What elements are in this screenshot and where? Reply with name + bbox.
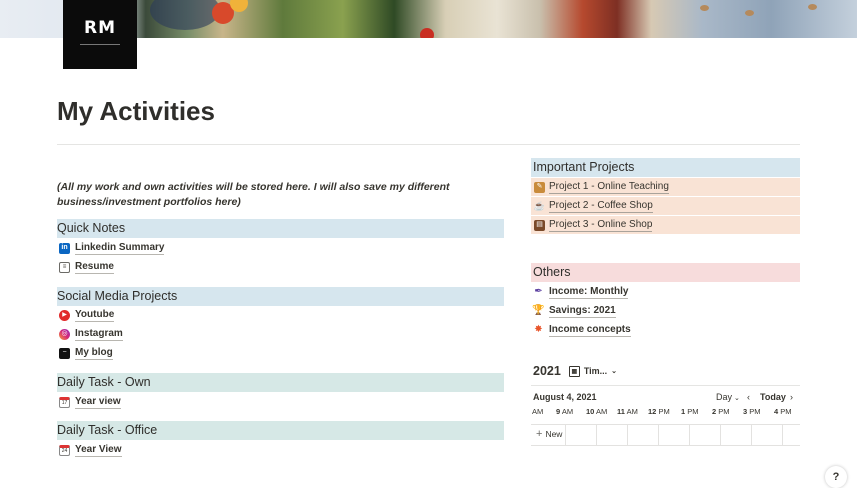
list-item[interactable]: ✸ Income concepts bbox=[531, 321, 631, 339]
daily-task-office-heading[interactable]: Daily Task - Office bbox=[57, 421, 504, 440]
youtube-icon: ▶ bbox=[59, 309, 70, 321]
calendar-icon: 24 bbox=[59, 444, 70, 456]
shop-icon: ▤ bbox=[534, 219, 545, 231]
instagram-icon: ◎ bbox=[59, 328, 70, 340]
plus-icon: + bbox=[536, 428, 543, 440]
timeline-view-icon: ▦ bbox=[568, 365, 580, 377]
grid-column bbox=[658, 425, 659, 445]
grid-column bbox=[627, 425, 628, 445]
linkedin-icon: in bbox=[59, 242, 70, 254]
list-item[interactable]: in Linkedin Summary bbox=[57, 239, 165, 257]
social-media-heading[interactable]: Social Media Projects bbox=[57, 287, 504, 306]
hour-label: 10 AM bbox=[586, 407, 608, 416]
others-heading[interactable]: Others bbox=[531, 263, 800, 282]
calendar-date: August 4, 2021 bbox=[533, 392, 597, 402]
timeline-grid[interactable] bbox=[531, 424, 800, 446]
grid-column bbox=[720, 425, 721, 445]
resume-icon: ≡ bbox=[59, 261, 70, 273]
page-title[interactable]: My Activities bbox=[57, 96, 215, 127]
today-button[interactable]: Today bbox=[760, 392, 786, 402]
list-item[interactable]: ✒ Income: Monthly bbox=[531, 283, 629, 301]
list-item[interactable]: 24 Year View bbox=[57, 441, 122, 459]
view-label: Tim... bbox=[583, 366, 608, 376]
daily-task-own-heading[interactable]: Daily Task - Own bbox=[57, 373, 504, 392]
chevron-down-icon: ⌄ bbox=[611, 368, 618, 375]
hour-label: 3 PM bbox=[743, 407, 761, 416]
view-selector[interactable]: ▦ Tim... ⌄ bbox=[568, 365, 618, 377]
project-item[interactable]: ✎ Project 1 - Online Teaching bbox=[531, 178, 800, 196]
hour-labels: AM 9 AM 10 AM 11 AM 12 PM 1 PM 2 PM 3 PM… bbox=[531, 407, 800, 419]
logo-text: RM bbox=[83, 18, 116, 38]
project-item[interactable]: ▤ Project 3 - Online Shop bbox=[531, 216, 800, 234]
hour-label: 12 PM bbox=[648, 407, 670, 416]
chevron-down-icon: ⌄ bbox=[734, 395, 740, 402]
hour-label: AM bbox=[532, 407, 544, 416]
list-item[interactable]: ▶ Youtube bbox=[57, 306, 115, 324]
hour-label: 9 AM bbox=[556, 407, 574, 416]
grid-column bbox=[751, 425, 752, 445]
blog-icon: − bbox=[59, 347, 70, 359]
list-item[interactable]: 🏆 Savings: 2021 bbox=[531, 302, 616, 320]
grid-column bbox=[689, 425, 690, 445]
list-item[interactable]: 17 Year view bbox=[57, 393, 121, 411]
hour-label: 11 AM bbox=[617, 407, 638, 416]
calendar-icon: 17 bbox=[59, 396, 70, 408]
prev-arrow-icon[interactable]: ‹ bbox=[747, 392, 750, 402]
list-item[interactable]: − My blog bbox=[57, 344, 113, 362]
mode-label: Day bbox=[716, 392, 733, 402]
new-label: New bbox=[545, 429, 563, 439]
grid-column bbox=[596, 425, 597, 445]
hour-label: 1 PM bbox=[681, 407, 699, 416]
new-button[interactable]: + New bbox=[536, 428, 562, 440]
grid-column bbox=[782, 425, 783, 445]
calendar-title[interactable]: 2021 bbox=[533, 364, 561, 378]
grid-column bbox=[565, 425, 566, 445]
project-item[interactable]: ☕ Project 2 - Coffee Shop bbox=[531, 197, 800, 215]
day-mode-select[interactable]: Day ⌄ bbox=[716, 392, 740, 402]
list-item[interactable]: ◎ Instagram bbox=[57, 325, 123, 343]
intro-text[interactable]: (All my work and own activities will be … bbox=[57, 180, 497, 209]
hour-label: 2 PM bbox=[712, 407, 730, 416]
sparkle-icon: ✸ bbox=[534, 324, 543, 335]
trophy-icon: 🏆 bbox=[532, 305, 545, 316]
next-arrow-icon[interactable]: › bbox=[790, 392, 793, 402]
quick-notes-heading[interactable]: Quick Notes bbox=[57, 219, 504, 238]
page-icon-logo[interactable]: RM bbox=[63, 0, 137, 69]
feather-icon: ✒ bbox=[534, 286, 543, 297]
list-item[interactable]: ≡ Resume bbox=[57, 258, 114, 276]
calendar-divider bbox=[531, 385, 800, 386]
teacher-icon: ✎ bbox=[534, 181, 545, 193]
hour-label: 4 PM bbox=[774, 407, 792, 416]
calendar-header: 2021 ▦ Tim... ⌄ bbox=[533, 364, 617, 378]
coffee-icon: ☕ bbox=[533, 201, 546, 211]
divider bbox=[57, 144, 800, 145]
help-button[interactable]: ? bbox=[825, 466, 847, 488]
important-projects-heading[interactable]: Important Projects bbox=[531, 158, 800, 177]
